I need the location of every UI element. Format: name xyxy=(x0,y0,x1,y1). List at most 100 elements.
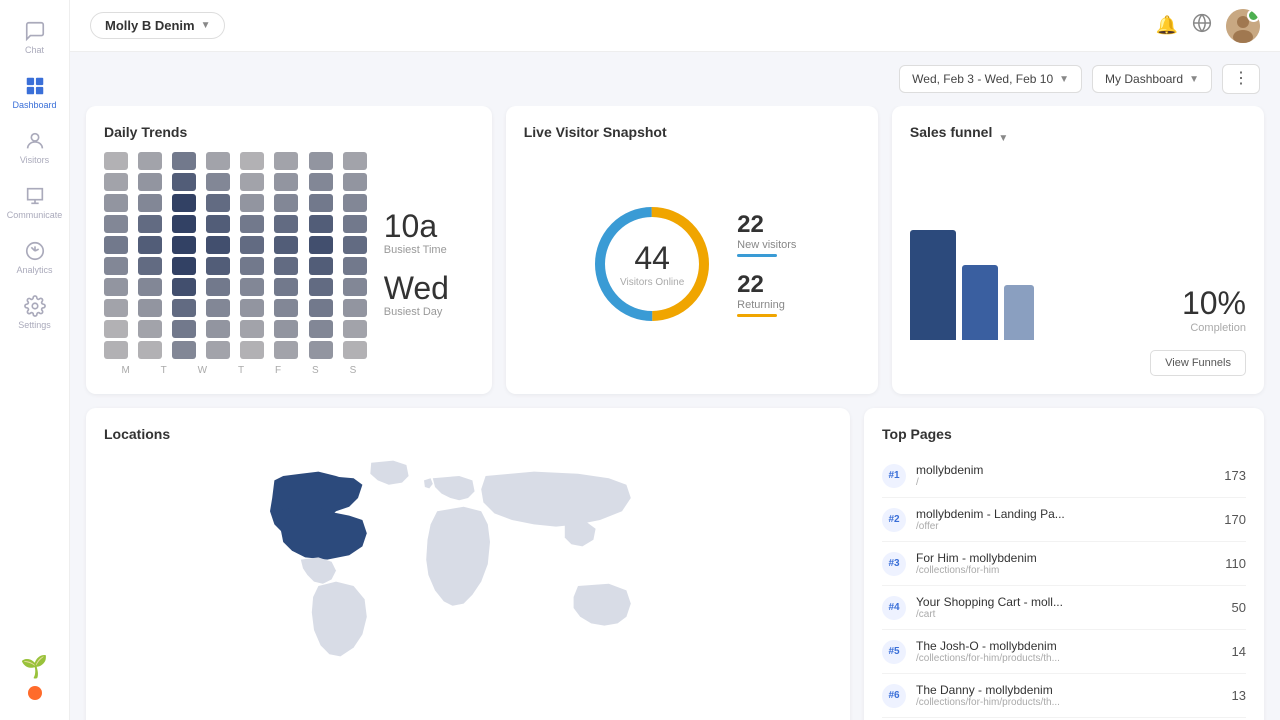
heatmap-cell xyxy=(104,215,128,233)
sidebar-item-settings[interactable]: Settings xyxy=(0,285,69,340)
page-count: 14 xyxy=(1232,644,1246,659)
heatmap-grid xyxy=(104,152,374,359)
top-pages-list: #1 mollybdenim / 173 #2 mollybdenim - La… xyxy=(882,454,1246,718)
page-info: The Danny - mollybdenim /collections/for… xyxy=(916,683,1222,708)
top-cards-row: Daily Trends M T W T F S S xyxy=(86,106,1264,394)
sidebar-item-analytics[interactable]: Analytics xyxy=(0,230,69,285)
view-funnels-button[interactable]: View Funnels xyxy=(1150,350,1246,376)
heatmap-cell xyxy=(172,215,196,233)
busiest-time-label: Busiest Time xyxy=(384,244,474,256)
page-info: mollybdenim - Landing Pa... /offer xyxy=(916,507,1214,532)
returning-bar xyxy=(737,314,777,317)
heatmap-cell xyxy=(274,215,298,233)
settings-icon xyxy=(24,295,46,317)
sales-funnel-card: Sales funnel ▼ 10% Completion View Funne… xyxy=(892,106,1264,394)
heatmap-cell xyxy=(138,236,162,254)
sidebar-label-analytics: Analytics xyxy=(16,265,52,275)
heatmap-cell xyxy=(240,320,264,338)
notification-icon[interactable]: 🔔 xyxy=(1156,15,1178,36)
busiest-time-stat: 10a Busiest Time xyxy=(384,210,474,256)
funnel-bar-2 xyxy=(962,265,998,340)
heatmap-cell xyxy=(343,341,367,359)
heatmap-cell xyxy=(343,278,367,296)
page-url: /cart xyxy=(916,609,1222,620)
page-url: /collections/for-him/products/th... xyxy=(916,653,1222,664)
heatmap-cell xyxy=(206,194,230,212)
heatmap-cell xyxy=(104,320,128,338)
heatmap-cell xyxy=(138,320,162,338)
donut-center: 44 Visitors Online xyxy=(620,240,684,288)
heatmap-cell xyxy=(309,257,333,275)
heatmap-cell xyxy=(343,152,367,170)
heatmap-cell xyxy=(240,152,264,170)
heatmap-cell xyxy=(206,278,230,296)
sidebar-item-communicate[interactable]: Communicate xyxy=(0,175,69,230)
heatmap-labels: M T W T F S S xyxy=(104,365,374,376)
heatmap-cell xyxy=(138,299,162,317)
heatmap-cell xyxy=(240,173,264,191)
heatmap-cell xyxy=(104,299,128,317)
dashboard-name-label: My Dashboard xyxy=(1105,72,1183,86)
heatmap-cell xyxy=(309,236,333,254)
page-info: mollybdenim / xyxy=(916,463,1214,488)
page-count: 110 xyxy=(1225,556,1246,571)
heatmap-cell xyxy=(343,320,367,338)
heatmap-cell xyxy=(274,194,298,212)
top-pages-title: Top Pages xyxy=(882,426,1246,442)
heatmap-cell xyxy=(172,278,196,296)
visitors-icon xyxy=(24,130,46,152)
trends-stats: 10a Busiest Time Wed Busiest Day xyxy=(384,210,474,318)
daily-trends-title: Daily Trends xyxy=(104,124,474,140)
date-chevron-icon: ▼ xyxy=(1059,74,1069,85)
heatmap-cell xyxy=(343,257,367,275)
busiest-day-value: Wed xyxy=(384,272,474,304)
new-visitors-label: New visitors xyxy=(737,239,796,251)
heatmap-cell xyxy=(138,215,162,233)
page-url: /collections/for-him xyxy=(916,565,1215,576)
page-item: #1 mollybdenim / 173 xyxy=(882,454,1246,498)
sidebar-item-chat[interactable]: Chat xyxy=(0,10,69,65)
heatmap-cell xyxy=(240,215,264,233)
busiest-day-label: Busiest Day xyxy=(384,306,474,318)
sidebar-label-chat: Chat xyxy=(25,45,44,55)
page-rank: #1 xyxy=(882,464,906,488)
heatmap-cell xyxy=(206,173,230,191)
locations-card: Locations xyxy=(86,408,850,720)
topbar: Molly B Denim ▼ 🔔 xyxy=(70,0,1280,52)
dashboard-chevron-icon: ▼ xyxy=(1189,74,1199,85)
date-picker[interactable]: Wed, Feb 3 - Wed, Feb 10 ▼ xyxy=(899,65,1082,93)
sidebar-label-settings: Settings xyxy=(18,320,51,330)
page-name: mollybdenim xyxy=(916,463,1214,477)
heatmap-cell xyxy=(138,341,162,359)
search-globe-icon[interactable] xyxy=(1192,13,1212,38)
heatmap-cell xyxy=(172,320,196,338)
heatmap-cell xyxy=(104,341,128,359)
page-item: #2 mollybdenim - Landing Pa... /offer 17… xyxy=(882,498,1246,542)
heatmap-cell xyxy=(240,236,264,254)
heatmap-cell xyxy=(172,173,196,191)
page-item: #6 The Danny - mollybdenim /collections/… xyxy=(882,674,1246,718)
funnel-content: 10% Completion xyxy=(910,164,1246,340)
map-container xyxy=(104,454,832,674)
user-avatar[interactable] xyxy=(1226,9,1260,43)
page-count: 170 xyxy=(1224,512,1246,527)
heatmap-cell xyxy=(240,341,264,359)
busiest-day-stat: Wed Busiest Day xyxy=(384,272,474,318)
new-visitors-stat: 22 New visitors xyxy=(737,211,796,257)
new-visitors-bar xyxy=(737,254,777,257)
funnel-chevron-icon: ▼ xyxy=(998,133,1008,144)
brand-selector[interactable]: Molly B Denim ▼ xyxy=(90,12,225,39)
visitor-inner: 44 Visitors Online 22 New visitors 22 Re… xyxy=(524,152,860,376)
heatmap-cell xyxy=(206,257,230,275)
heatmap-cell xyxy=(240,278,264,296)
dashboard-selector[interactable]: My Dashboard ▼ xyxy=(1092,65,1212,93)
heatmap-cell xyxy=(309,341,333,359)
sidebar-item-visitors[interactable]: Visitors xyxy=(0,120,69,175)
heatmap-cell xyxy=(104,236,128,254)
sidebar: Chat Dashboard Visitors Communicate Anal… xyxy=(0,0,70,720)
sidebar-item-dashboard[interactable]: Dashboard xyxy=(0,65,69,120)
heatmap-cell xyxy=(172,299,196,317)
returning-stat: 22 Returning xyxy=(737,271,796,317)
more-options-button[interactable]: ⋮ xyxy=(1222,64,1260,94)
content-area: Daily Trends M T W T F S S xyxy=(70,106,1280,720)
